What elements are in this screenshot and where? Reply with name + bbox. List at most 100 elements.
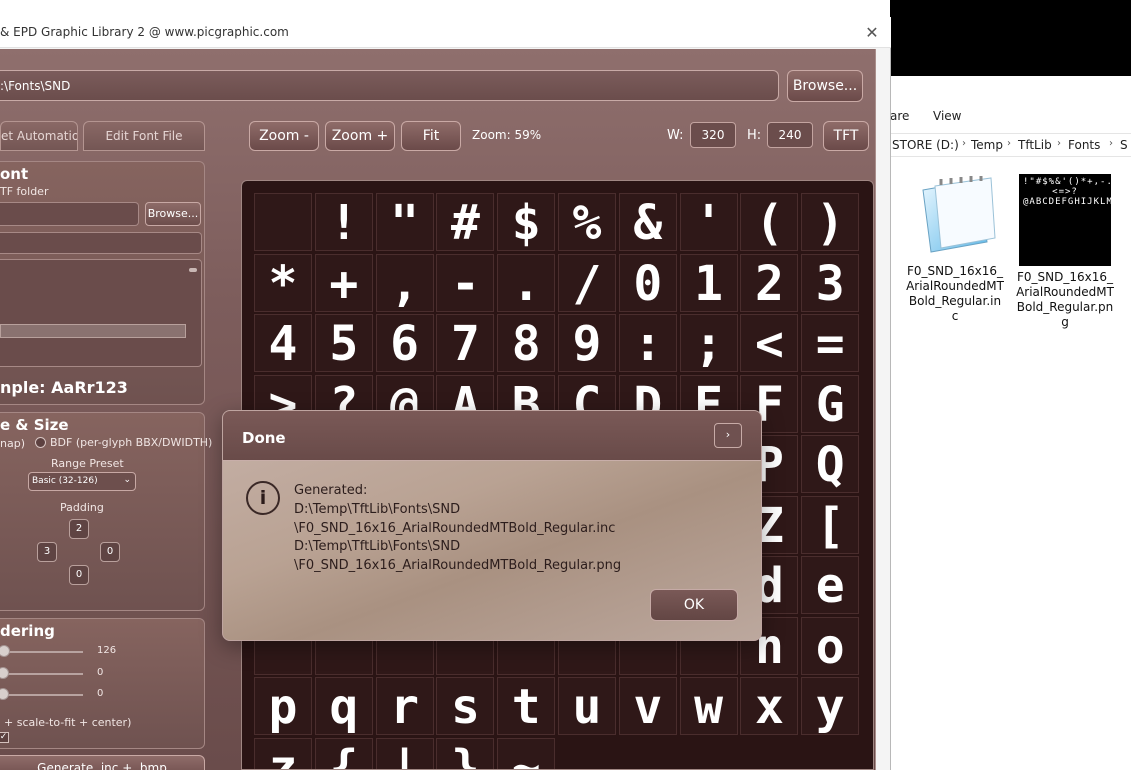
glyph-cell[interactable]: !	[314, 193, 373, 251]
glyph-cell[interactable]: %	[558, 193, 616, 251]
slider-2-value: 0	[97, 667, 104, 678]
glyph-cell[interactable]: 9	[558, 314, 616, 372]
glyph-cell[interactable]: s	[436, 677, 495, 735]
glyph-cell[interactable]: q	[314, 677, 373, 735]
ttf-browse-button[interactable]: Browse...	[145, 202, 201, 226]
glyph-cell[interactable]: 0	[618, 253, 677, 312]
zoom-in-button[interactable]: Zoom +	[325, 121, 395, 151]
glyph-cell[interactable]: =	[801, 314, 860, 372]
glyph-cell[interactable]: p	[254, 677, 312, 735]
padding-right-input[interactable]: 0	[100, 542, 120, 562]
glyph-cell[interactable]: G	[801, 374, 860, 433]
bdf-radio[interactable]	[35, 437, 46, 448]
breadcrumb-snd[interactable]: S	[1120, 138, 1128, 152]
glyph-cell[interactable]: '	[679, 193, 738, 251]
padding-bottom-input[interactable]: 0	[69, 565, 89, 585]
browse-button[interactable]: Browse...	[787, 70, 863, 102]
glyph-cell[interactable]: Q	[801, 435, 860, 493]
message-line: D:\Temp\TftLib\Fonts\SND	[294, 501, 461, 517]
close-icon[interactable]: ✕	[857, 19, 887, 47]
breadcrumb-drive[interactable]: STORE (D:)	[892, 138, 959, 152]
glyph-cell[interactable]: -	[436, 253, 495, 312]
glyph-cell[interactable]: 8	[497, 314, 556, 372]
glyph-cell[interactable]: .	[497, 253, 556, 312]
glyph-cell[interactable]: z	[254, 737, 312, 769]
glyph-cell[interactable]: )	[801, 193, 860, 251]
glyph-cell[interactable]: 6	[375, 314, 434, 372]
glyph-cell[interactable]: ,	[375, 253, 434, 312]
glyph-cell[interactable]: $	[497, 193, 556, 251]
font-name-input[interactable]	[0, 232, 202, 254]
font-panel-title: ont	[0, 165, 29, 183]
font-list-selected-item[interactable]	[0, 324, 186, 338]
tab-set-automation[interactable]: et Automatio	[0, 121, 78, 151]
slider-threshold-handle[interactable]	[0, 645, 10, 657]
range-preset-select[interactable]: Basic (32-126) ⌄	[28, 472, 136, 491]
glyph-cell[interactable]: u	[558, 677, 616, 735]
file-item-inc[interactable]: F0_SND_16x16_ArialRoundedMTBold_Regular.…	[906, 176, 1004, 324]
glyph-cell[interactable]: e	[801, 556, 860, 614]
glyph-cell[interactable]: *	[254, 253, 312, 312]
scale-option-checkbox[interactable]: ✓	[0, 732, 9, 743]
rendering-panel: dering 126 0 0 + scale-to-fit + center) …	[0, 618, 205, 749]
glyph-cell[interactable]: |	[375, 737, 434, 769]
slider-2-handle[interactable]	[0, 667, 9, 679]
glyph-cell[interactable]: 2	[740, 253, 799, 312]
breadcrumb-temp[interactable]: Temp	[971, 138, 1003, 152]
glyph-cell[interactable]: }	[436, 737, 495, 769]
zoom-out-button[interactable]: Zoom -	[249, 121, 319, 151]
padding-left-input[interactable]: 3	[37, 542, 57, 562]
generate-button[interactable]: Generate .inc + .bmp	[0, 755, 205, 770]
glyph-cell[interactable]: ;	[679, 314, 738, 372]
slider-2-track[interactable]	[0, 673, 83, 675]
tab-edit-font-file[interactable]: Edit Font File	[83, 121, 205, 151]
glyph-cell[interactable]: +	[314, 253, 373, 312]
glyph-cell[interactable]: <	[740, 314, 799, 372]
glyph-cell[interactable]: "	[375, 193, 434, 251]
glyph-cell[interactable]: x	[740, 677, 799, 735]
file-item-png[interactable]: !"#$%&'()*+,-./0123456789:;<=>?@ABCDEFGH…	[1016, 174, 1114, 330]
glyph-cell[interactable]: 1	[679, 253, 738, 312]
glyph-cell[interactable]: ~	[497, 737, 556, 769]
height-input[interactable]: 240	[767, 122, 813, 148]
address-bar[interactable]: STORE (D:) › Temp › TftLib › Fonts › S	[890, 133, 1131, 157]
breadcrumb-tftlib[interactable]: TftLib	[1018, 138, 1052, 152]
breadcrumb-fonts[interactable]: Fonts	[1068, 138, 1100, 152]
width-input[interactable]: 320	[690, 122, 736, 148]
glyph-cell[interactable]: o	[801, 616, 860, 675]
ok-button[interactable]: OK	[650, 589, 738, 621]
bitmap-radio-label[interactable]: nap)	[0, 437, 25, 450]
glyph-cell[interactable]: r	[375, 677, 434, 735]
slider-3-handle[interactable]	[0, 688, 9, 700]
ttf-folder-input[interactable]	[0, 202, 139, 226]
dialog-expand-button[interactable]: ›	[714, 423, 742, 448]
glyph-cell[interactable]: (	[740, 193, 799, 251]
glyph-cell[interactable]: 3	[801, 253, 860, 312]
glyph-cell[interactable]: t	[497, 677, 556, 735]
glyph-cell[interactable]: &	[618, 193, 677, 251]
glyph-cell[interactable]: :	[618, 314, 677, 372]
folder-path-input[interactable]: :\Fonts\SND	[0, 70, 779, 101]
fit-button[interactable]: Fit	[401, 121, 461, 151]
glyph-cell[interactable]: v	[618, 677, 677, 735]
ribbon-view-tab[interactable]: View	[933, 109, 961, 123]
padding-top-input[interactable]: 2	[69, 519, 89, 539]
glyph-cell[interactable]: [	[801, 495, 860, 554]
glyph-cell[interactable]: 5	[314, 314, 373, 372]
slider-threshold-track[interactable]	[0, 651, 83, 653]
glyph-cell[interactable]: #	[436, 193, 495, 251]
glyph-cell[interactable]: /	[558, 253, 616, 312]
bdf-radio-label[interactable]: BDF (per-glyph BBX/DWIDTH)	[50, 436, 212, 449]
glyph-cell[interactable]: 4	[254, 314, 312, 372]
glyph-cell[interactable]: y	[801, 677, 860, 735]
glyph-cell[interactable]: w	[679, 677, 738, 735]
tft-button[interactable]: TFT	[823, 121, 869, 151]
scrollbar-thumb[interactable]	[189, 268, 197, 272]
slider-3-track[interactable]	[0, 694, 83, 696]
ribbon-share-tab[interactable]: are	[890, 109, 909, 123]
notepad-icon	[913, 176, 997, 260]
glyph-cell[interactable]: 7	[436, 314, 495, 372]
glyph-cell[interactable]	[254, 193, 312, 251]
glyph-cell[interactable]: {	[314, 737, 373, 769]
font-list[interactable]	[0, 259, 202, 367]
